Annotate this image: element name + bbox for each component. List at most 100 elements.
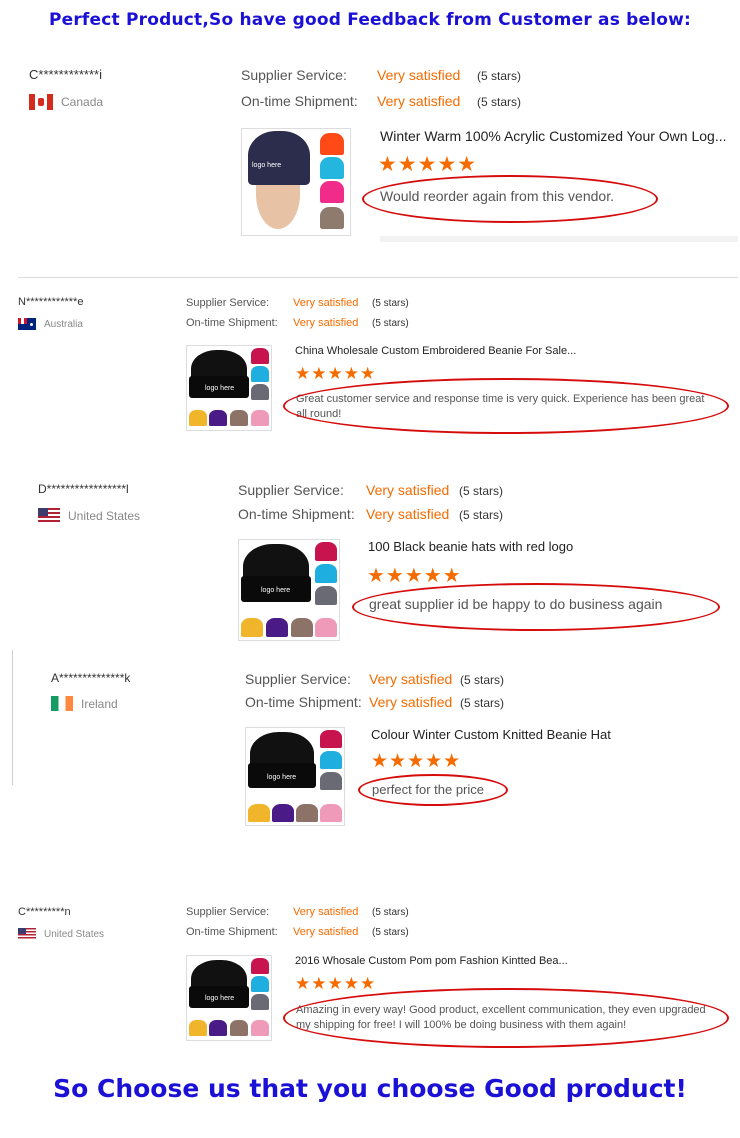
product-title[interactable]: China Wholesale Custom Embroidered Beani… [295,345,595,357]
ontime-shipment-label: On-time Shipment: [241,93,358,109]
buyer-name: D*****************l [38,482,129,496]
highlight-ellipse [358,774,508,806]
beanie-taupe [296,804,318,822]
australia-flag-icon [18,318,36,330]
beanie-cyan [251,976,269,992]
beanie-taupe [230,1020,248,1036]
ontime-shipment-stars: (5 stars) [460,696,505,710]
ontime-shipment-row: On-time Shipment: Very satisfied (5 star… [241,93,521,109]
beanie-pink [315,618,337,637]
ontime-shipment-stars: (5 stars) [477,95,522,109]
ontime-shipment-row: On-time Shipment: Very satisfied (5 star… [245,694,504,710]
ontime-shipment-stars: (5 stars) [372,318,409,329]
supplier-service-stars: (5 stars) [459,484,504,498]
buyer-name: A**************k [51,671,131,685]
product-thumbnail[interactable]: logo here [186,955,272,1041]
beanie-yellow [241,618,263,637]
supplier-service-label: Supplier Service: [245,671,351,687]
beanie-red [251,958,269,974]
buyer-country: Canada [29,94,103,110]
beanie-purple [272,804,294,822]
beanie-purple [209,410,227,426]
star-rating: ★★★★★ [367,565,462,587]
section-divider [18,277,738,278]
star-rating: ★★★★★ [378,153,478,176]
supplier-service-value: Very satisfied [377,67,461,83]
beanie-yellow [248,804,270,822]
buyer-country: Australia [18,318,83,330]
ontime-shipment-value: Very satisfied [377,93,461,109]
country-label: Canada [61,95,104,109]
beanie-orange [320,133,344,155]
bottom-headline: So Choose us that you choose Good produc… [53,1074,687,1103]
beanie-cyan [320,157,344,179]
product-title[interactable]: Winter Warm 100% Acrylic Customized Your… [380,128,740,144]
supplier-service-value: Very satisfied [293,297,359,309]
ontime-shipment-row: On-time Shipment: Very satisfied (5 star… [238,506,503,522]
beanie-main [248,131,310,185]
product-thumbnail[interactable]: logo here [241,128,351,236]
beanie-pink [251,410,269,426]
logo-here-text: logo here [205,995,235,1002]
country-label: United States [68,508,141,523]
ireland-flag-icon [51,696,73,711]
star-rating: ★★★★★ [295,364,377,383]
supplier-service-value: Very satisfied [369,671,453,687]
supplier-service-label: Supplier Service: [238,482,344,498]
buyer-country: United States [38,508,140,523]
ontime-shipment-row: On-time Shipment: Very satisfied (5 star… [186,926,409,938]
supplier-service-row: Supplier Service: Very satisfied (5 star… [186,906,409,918]
beanie-cyan [251,366,269,382]
beanie-red [251,348,269,364]
canada-flag-icon [29,94,53,110]
ontime-shipment-label: On-time Shipment: [186,926,278,938]
ontime-shipment-stars: (5 stars) [372,927,409,938]
us-flag-icon [38,508,60,523]
product-thumbnail[interactable]: logo here [186,345,272,431]
ontime-shipment-value: Very satisfied [369,694,453,710]
beanie-taupe [291,618,313,637]
product-thumbnail[interactable]: logo here [238,539,340,641]
supplier-service-stars: (5 stars) [460,673,505,687]
us-flag-icon [18,928,36,940]
logo-here-text: logo here [205,385,235,392]
supplier-service-stars: (5 stars) [372,907,409,918]
left-edge-line [12,650,13,785]
beanie-taupe [320,207,344,229]
product-title[interactable]: 100 Black beanie hats with red logo [368,539,708,554]
divider [380,236,738,242]
beanie-taupe [230,410,248,426]
beanie-cyan [315,564,337,583]
highlight-ellipse [283,378,729,434]
product-title[interactable]: 2016 Whosale Custom Pom pom Fashion Kint… [295,955,595,967]
ontime-shipment-value: Very satisfied [293,926,359,938]
supplier-service-value: Very satisfied [366,482,450,498]
ontime-shipment-label: On-time Shipment: [186,317,278,329]
logo-here-text: logo here [267,774,297,781]
country-label: Australia [44,318,83,330]
beanie-gray [251,994,269,1010]
ontime-shipment-value: Very satisfied [293,317,359,329]
supplier-service-stars: (5 stars) [372,298,409,309]
product-thumbnail[interactable]: logo here [245,727,345,826]
beanie-purple [266,618,288,637]
buyer-country: Ireland [51,696,118,711]
beanie-gray [315,586,337,605]
beanie-purple [209,1020,227,1036]
logo-here-text: logo here [261,587,291,594]
supplier-service-row: Supplier Service: Very satisfied (5 star… [241,67,521,83]
ontime-shipment-stars: (5 stars) [459,508,504,522]
product-title[interactable]: Colour Winter Custom Knitted Beanie Hat [371,727,711,742]
beanie-yellow [189,410,207,426]
beanie-gray [320,772,342,790]
buyer-country: United States [18,928,104,940]
supplier-service-row: Supplier Service: Very satisfied (5 star… [238,482,503,498]
ontime-shipment-value: Very satisfied [366,506,450,522]
beanie-gray [251,384,269,400]
beanie-pink [320,181,344,203]
supplier-service-stars: (5 stars) [477,69,522,83]
star-rating: ★★★★★ [371,751,462,772]
beanie-red [320,730,342,748]
beanie-pink [320,804,342,822]
beanie-yellow [189,1020,207,1036]
